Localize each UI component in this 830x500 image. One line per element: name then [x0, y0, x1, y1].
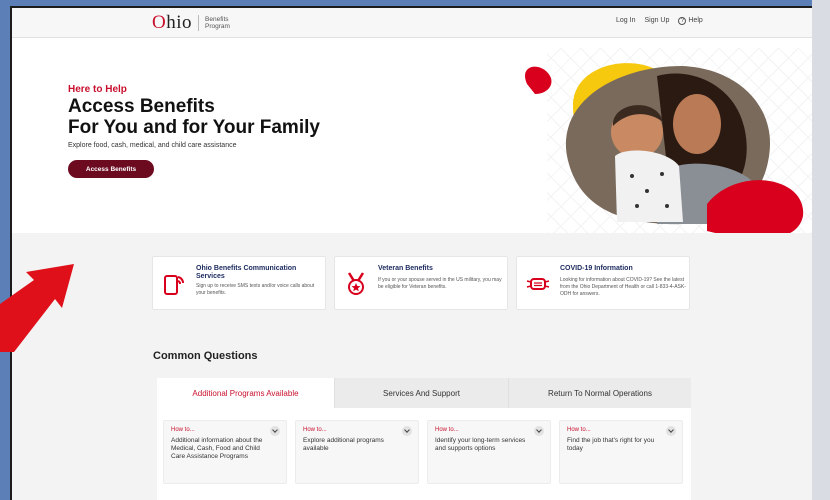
question-text: Explore additional programs available: [303, 437, 384, 452]
chevron-down-icon[interactable]: [270, 426, 280, 436]
site-header: Ohio Benefits Program Log In Sign Up ? He…: [12, 8, 830, 38]
question-howto: How to...: [303, 427, 327, 433]
question-text: Identify your long-term services and sup…: [435, 437, 526, 452]
child-outfit: [615, 150, 683, 222]
question-text: Additional information about the Medical…: [171, 437, 263, 460]
question-card[interactable]: How to... Identify your long-term servic…: [427, 420, 551, 484]
mother-face: [673, 94, 721, 154]
question-card[interactable]: How to... Find the job that's right for …: [559, 420, 683, 484]
card-text: Sign up to receive SMS texts and/or voic…: [196, 283, 315, 296]
help-icon: ?: [678, 17, 687, 25]
header-links: Log In Sign Up ? Help: [616, 17, 703, 25]
ohio-benefits-logo[interactable]: Ohio Benefits Program: [152, 12, 230, 34]
card-text: Looking for information about COVID-19? …: [560, 277, 686, 297]
hero-title: Access Benefits For You and for Your Fam…: [68, 96, 388, 138]
window-edge: [812, 0, 830, 500]
card-title: COVID-19 Information: [560, 265, 633, 272]
tab-return-normal[interactable]: Return To Normal Operations: [509, 378, 691, 408]
chevron-down-icon[interactable]: [402, 426, 412, 436]
question-howto: How to...: [171, 427, 195, 433]
tab-services-support[interactable]: Services And Support: [335, 378, 509, 408]
phone-message-icon: [164, 275, 185, 295]
browser-page: Ohio Benefits Program Log In Sign Up ? He…: [10, 6, 830, 500]
hero-family-illustration: [525, 63, 804, 233]
common-questions-tabs: Additional Programs Available Services A…: [157, 378, 691, 408]
hero-eyebrow: Here to Help: [68, 84, 127, 95]
help-link[interactable]: ? Help: [678, 17, 703, 25]
question-howto: How to...: [567, 427, 591, 433]
info-card-communication[interactable]: Ohio Benefits Communication Services Sig…: [152, 256, 326, 310]
logo-wordmark: Ohio: [152, 12, 193, 33]
logo-sub-line2: Program: [205, 23, 230, 30]
red-arrow-annotation: [0, 264, 74, 352]
tab-panel: How to... Additional information about t…: [157, 408, 691, 500]
hero-title-line2: For You and for Your Family: [68, 117, 320, 138]
logo-divider: [198, 15, 200, 31]
card-title: Veteran Benefits: [378, 265, 433, 272]
logo-sub-line1: Benefits: [205, 16, 229, 23]
hero-title-line1: Access Benefits: [68, 96, 215, 117]
tab-additional-programs[interactable]: Additional Programs Available: [157, 378, 335, 408]
face-mask-icon: [526, 278, 550, 290]
help-label: Help: [688, 17, 703, 24]
chevron-down-icon[interactable]: [534, 426, 544, 436]
red-leaf-shape: [525, 66, 552, 94]
card-title: Ohio Benefits Communication Services: [196, 265, 297, 280]
common-questions-title: Common Questions: [153, 350, 258, 362]
login-link[interactable]: Log In: [616, 17, 635, 25]
question-text: Find the job that's right for you today: [567, 437, 655, 452]
signup-link[interactable]: Sign Up: [644, 17, 669, 25]
question-howto: How to...: [435, 427, 459, 433]
chevron-down-icon[interactable]: [666, 426, 676, 436]
question-card[interactable]: How to... Additional information about t…: [163, 420, 287, 484]
logo-subtitle: Benefits Program: [205, 16, 230, 30]
info-cards: Ohio Benefits Communication Services Sig…: [152, 256, 690, 310]
question-card[interactable]: How to... Explore additional programs av…: [295, 420, 419, 484]
card-text: If you or your spouse served in the US m…: [378, 277, 502, 290]
hero-subtitle: Explore food, cash, medical, and child c…: [68, 142, 237, 149]
hero-banner: Here to Help Access Benefits For You and…: [12, 38, 830, 233]
info-card-veteran[interactable]: Veteran Benefits If you or your spouse s…: [334, 256, 508, 310]
info-card-covid[interactable]: COVID-19 Information Looking for informa…: [516, 256, 690, 310]
access-benefits-button[interactable]: Access Benefits: [68, 160, 154, 178]
medal-icon: [347, 272, 365, 295]
